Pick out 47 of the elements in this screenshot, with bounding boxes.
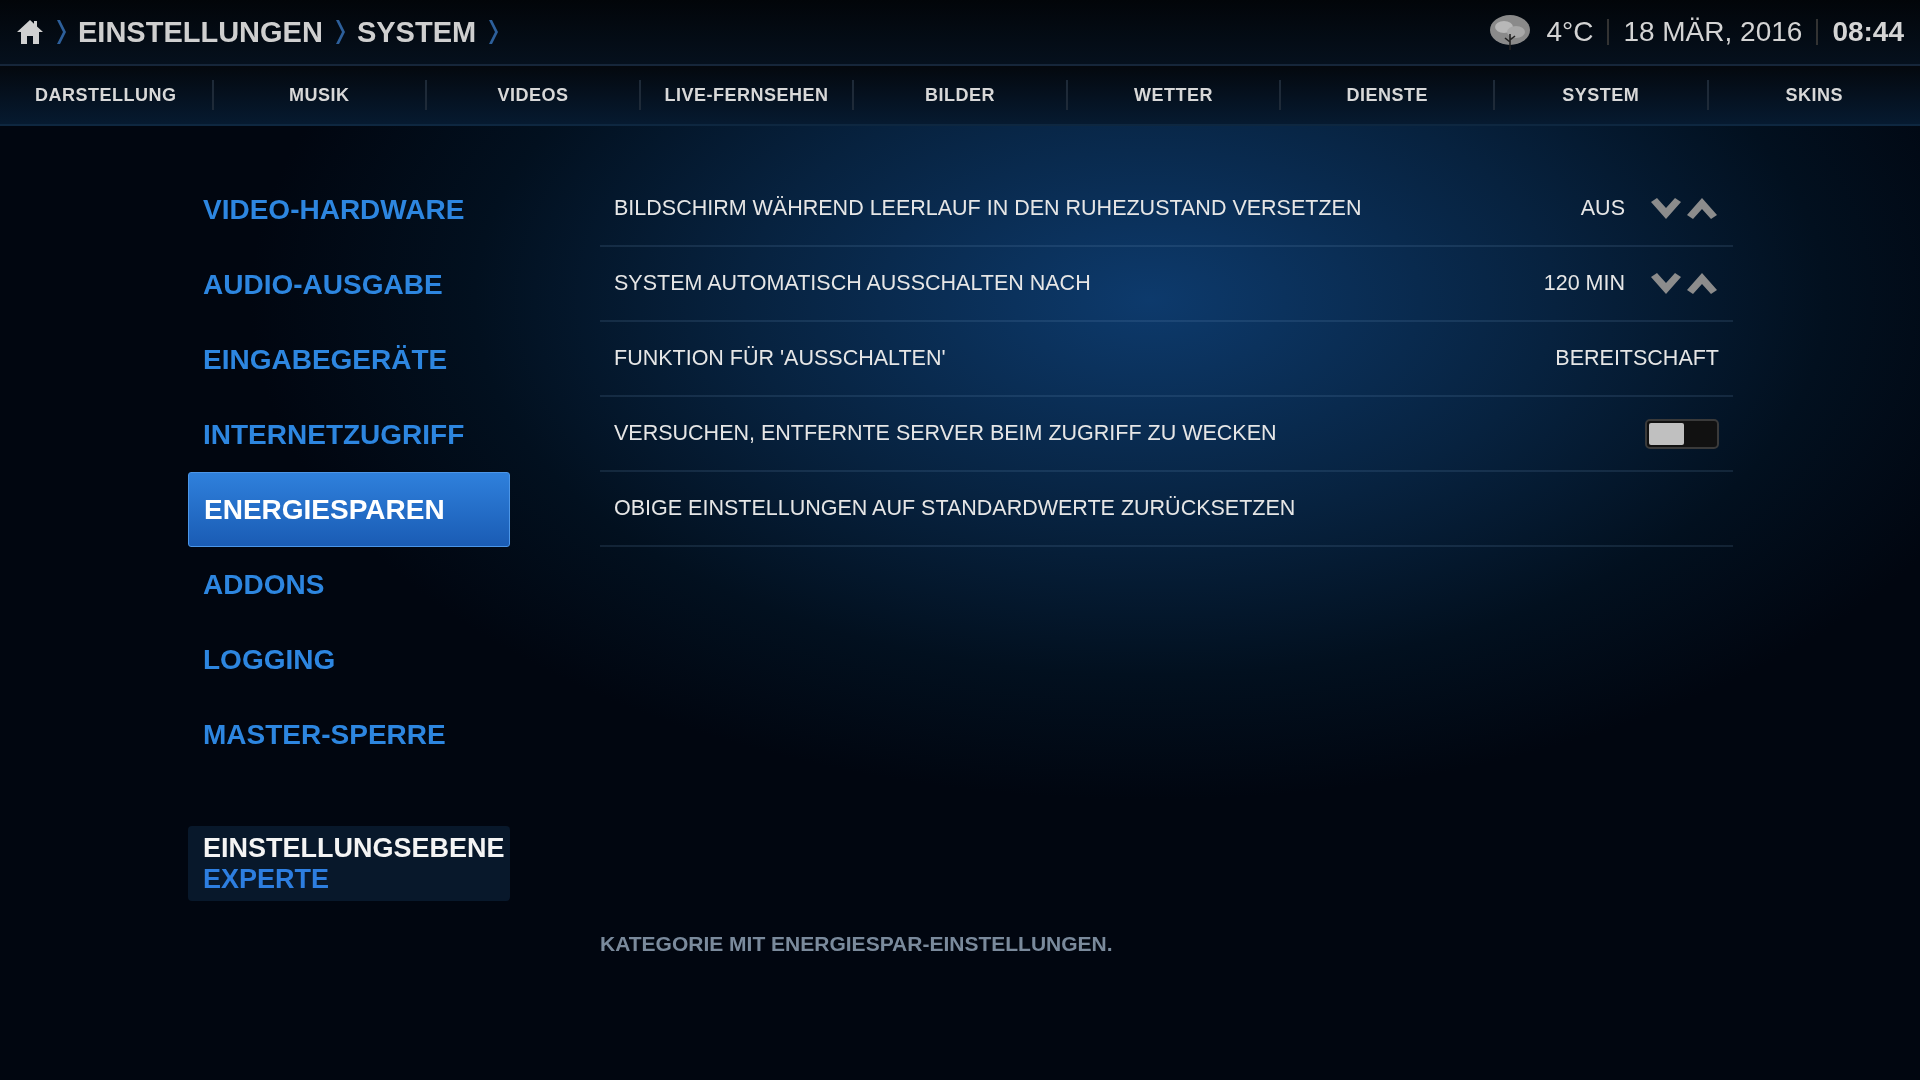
category-item[interactable]: INTERNETZUGRIFF (188, 397, 510, 472)
temperature: 4°C (1546, 16, 1594, 48)
category-tab[interactable]: DIENSTE (1281, 66, 1493, 124)
chevron-icon (488, 19, 499, 45)
category-tab[interactable]: MUSIK (213, 66, 426, 124)
category-item[interactable]: ADDONS (188, 547, 510, 622)
home-icon[interactable] (16, 19, 44, 45)
settings-level-button[interactable]: EINSTELLUNGSEBENE EXPERTE (188, 826, 510, 901)
setting-value: AUS (1580, 196, 1625, 221)
clock-time: 08:44 (1832, 16, 1904, 48)
category-tab[interactable]: SYSTEM (1494, 66, 1707, 124)
category-tab[interactable]: LIVE-FERNSEHEN (640, 66, 853, 124)
breadcrumb-item[interactable]: EINSTELLUNGEN (78, 15, 323, 49)
down-arrow-icon[interactable] (1649, 197, 1683, 220)
up-arrow-icon[interactable] (1685, 197, 1719, 220)
category-item[interactable]: VIDEO-HARDWARE (188, 172, 510, 247)
setting-row[interactable]: VERSUCHEN, ENTFERNTE SERVER BEIM ZUGRIFF ZU WECKEN (600, 397, 1733, 472)
setting-row[interactable]: SYSTEM AUTOMATISCH AUSSCHALTEN NACH 120 MIN (600, 247, 1733, 322)
setting-value: BEREITSCHAFT (1555, 346, 1719, 371)
category-tab[interactable]: BILDER (854, 66, 1066, 124)
setting-label: VERSUCHEN, ENTFERNTE SERVER BEIM ZUGRIFF ZU WECKEN (614, 421, 1278, 446)
toggle-switch[interactable] (1645, 418, 1719, 449)
category-tab[interactable]: DARSTELLUNG (0, 66, 212, 124)
up-arrow-icon[interactable] (1685, 272, 1719, 295)
description-text: KATEGORIE MIT ENERGIESPAR-EINSTELLUNGEN. (600, 932, 1114, 956)
setting-row[interactable]: OBIGE EINSTELLUNGEN AUF STANDARDWERTE ZURÜCKSETZEN (600, 472, 1733, 547)
category-item[interactable]: MASTER-SPERRE (188, 697, 510, 772)
category-tab[interactable]: VIDEOS (427, 66, 639, 124)
category-tab[interactable]: SKINS (1708, 66, 1920, 124)
breadcrumb-item[interactable]: SYSTEM (356, 15, 477, 49)
category-item[interactable]: LOGGING (188, 622, 510, 697)
down-arrow-icon[interactable] (1649, 272, 1683, 295)
setting-label: BILDSCHIRM WÄHREND LEERLAUF IN DEN RUHEZUSTAND VERSETZEN (614, 196, 1363, 221)
category-item[interactable]: ENERGIESPAREN (188, 472, 510, 547)
category-item[interactable]: AUDIO-AUSGABE (188, 247, 510, 322)
chevron-icon (56, 19, 66, 45)
category-tab[interactable]: WETTER (1067, 66, 1280, 124)
setting-label: FUNKTION FÜR 'AUSSCHALTEN' (614, 346, 947, 371)
setting-label: OBIGE EINSTELLUNGEN AUF STANDARDWERTE ZURÜCKSETZEN (614, 496, 1297, 521)
date: 18 MÄR, 2016 (1623, 16, 1803, 48)
setting-label: SYSTEM AUTOMATISCH AUSSCHALTEN NACH (614, 271, 1092, 296)
setting-row[interactable]: FUNKTION FÜR 'AUSSCHALTEN' BEREITSCHAFT (600, 322, 1733, 397)
setting-row[interactable]: BILDSCHIRM WÄHREND LEERLAUF IN DEN RUHEZUSTAND VERSETZEN AUS (600, 172, 1733, 247)
cloud-icon (1488, 12, 1533, 52)
setting-value: 120 MIN (1543, 271, 1625, 296)
category-item[interactable]: EINGABEGERÄTE (188, 322, 510, 397)
chevron-icon (334, 19, 345, 45)
